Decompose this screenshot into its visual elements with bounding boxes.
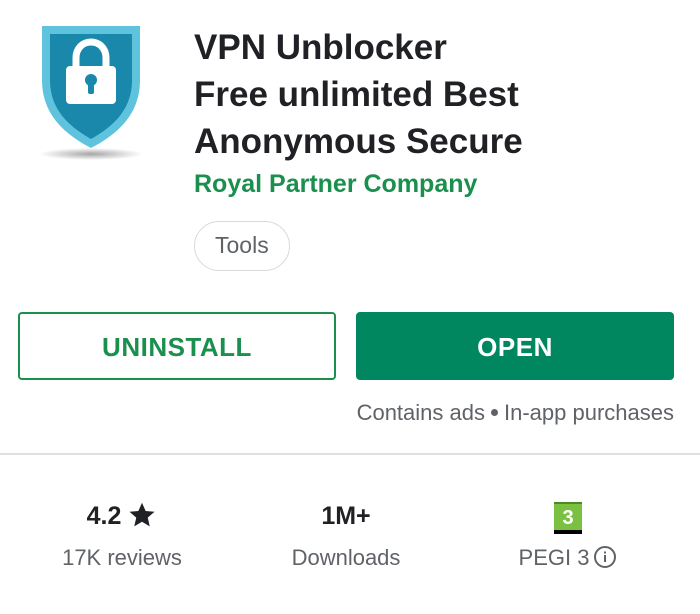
- star-icon: [129, 503, 155, 527]
- info-icon[interactable]: [593, 545, 617, 569]
- rating-value: 4.2: [86, 502, 122, 530]
- developer-link[interactable]: Royal Partner Company: [194, 170, 477, 199]
- category-chip[interactable]: Tools: [194, 221, 290, 271]
- downloads-label: Downloads: [291, 545, 401, 570]
- pegi-label-row: PEGI 3: [468, 538, 668, 578]
- contains-ads-text: Contains ads: [356, 400, 485, 425]
- ads-notice: Contains ads In-app purchases: [357, 400, 674, 426]
- app-title: VPN Unblocker Free unlimited Best Anonym…: [194, 24, 674, 165]
- open-button[interactable]: OPEN: [356, 312, 674, 380]
- reviews-count: 17K reviews: [62, 545, 182, 570]
- separator-dot: [491, 408, 498, 416]
- rating-value-row: 4.2: [22, 496, 222, 536]
- app-title-line-3: Anonymous Secure: [194, 122, 523, 161]
- downloads-value: 1M+: [321, 502, 371, 530]
- pegi-label: PEGI 3: [518, 545, 590, 570]
- in-app-purchases-text: In-app purchases: [504, 400, 674, 425]
- pegi-badge: 3: [554, 502, 582, 534]
- rating-stat[interactable]: 4.2 17K reviews: [22, 496, 222, 578]
- section-divider: [0, 453, 700, 455]
- pegi-badge-row: 3: [468, 496, 668, 536]
- uninstall-button[interactable]: UNINSTALL: [18, 312, 336, 380]
- downloads-stat: 1M+ Downloads: [246, 496, 446, 578]
- app-icon: [34, 18, 148, 166]
- app-title-line-2: Free unlimited Best: [194, 75, 519, 114]
- shield-lock-icon: [39, 26, 143, 160]
- content-rating-stat[interactable]: 3 PEGI 3: [468, 496, 668, 578]
- app-details-page: VPN Unblocker Free unlimited Best Anonym…: [0, 0, 700, 614]
- app-title-line-1: VPN Unblocker: [194, 28, 447, 67]
